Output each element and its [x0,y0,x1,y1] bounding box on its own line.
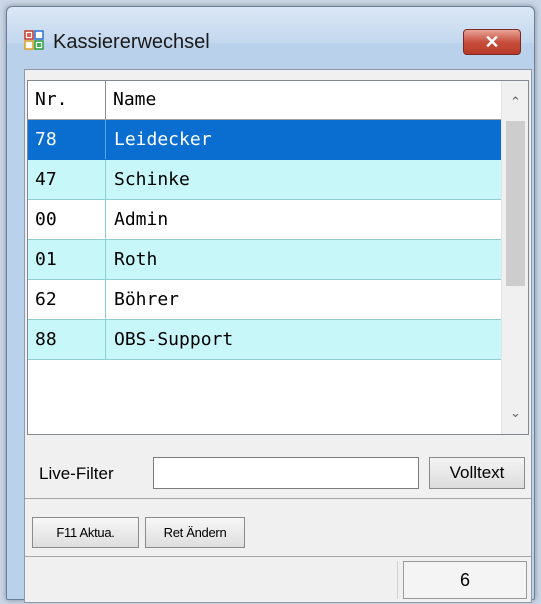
cell-nr: 00 [28,200,106,239]
table-body: 78 Leidecker 47 Schinke 00 Admin 01 Roth 62 Böhre… [28,120,501,360]
table-row[interactable]: 78 Leidecker [28,120,501,160]
close-button[interactable]: ✕ [463,29,521,55]
cell-name: Leidecker [114,129,212,150]
live-filter-label: Live-Filter [39,464,114,483]
cell-name: OBS-Support [114,329,234,350]
app-grid-icon [24,30,44,50]
table-header: Nr. Name [28,81,501,120]
client-area: Nr. Name 78 Leidecker 47 Schinke 00 Admin 01 Ro… [24,69,532,603]
live-filter-input[interactable] [153,457,419,489]
column-header-name[interactable]: Name [106,81,501,119]
table-row[interactable]: 01 Roth [28,240,501,280]
fulltext-button[interactable]: Volltext [429,457,525,489]
table-row[interactable]: 88 OBS-Support [28,320,501,360]
table-row[interactable]: 62 Böhrer [28,280,501,320]
cell-name: Schinke [114,169,190,190]
cashier-table: Nr. Name 78 Leidecker 47 Schinke 00 Admin 01 Ro… [27,80,529,435]
cell-nr: 47 [28,160,106,199]
scroll-thumb[interactable] [506,121,525,286]
cell-name: Böhrer [114,289,180,310]
divider [25,498,531,499]
change-button[interactable]: Ret Ändern [145,517,245,548]
status-bar: 6 [25,556,531,603]
close-icon: ✕ [484,31,500,52]
cell-name: Roth [114,249,158,270]
table-row[interactable]: 47 Schinke [28,160,501,200]
record-count: 6 [403,561,527,599]
column-header-nr[interactable]: Nr. [28,81,106,119]
cell-name: Admin [114,209,169,230]
cell-nr: 78 [28,120,106,159]
cell-nr: 88 [28,320,106,359]
table-row[interactable]: 00 Admin [28,200,501,240]
scroll-up-icon[interactable]: ⌃ [502,89,528,115]
status-message-panel [25,561,398,599]
scroll-down-icon[interactable]: ⌄ [502,400,528,426]
dialog-window: Kassiererwechsel ✕ Nr. Name 78 Leidecker 4… [6,6,535,603]
cell-nr: 01 [28,240,106,279]
cell-nr: 62 [28,280,106,319]
vertical-scrollbar[interactable]: ⌃ ⌄ [501,81,528,434]
window-title: Kassiererwechsel [53,31,210,53]
refresh-button[interactable]: F11 Aktua. [32,517,139,548]
